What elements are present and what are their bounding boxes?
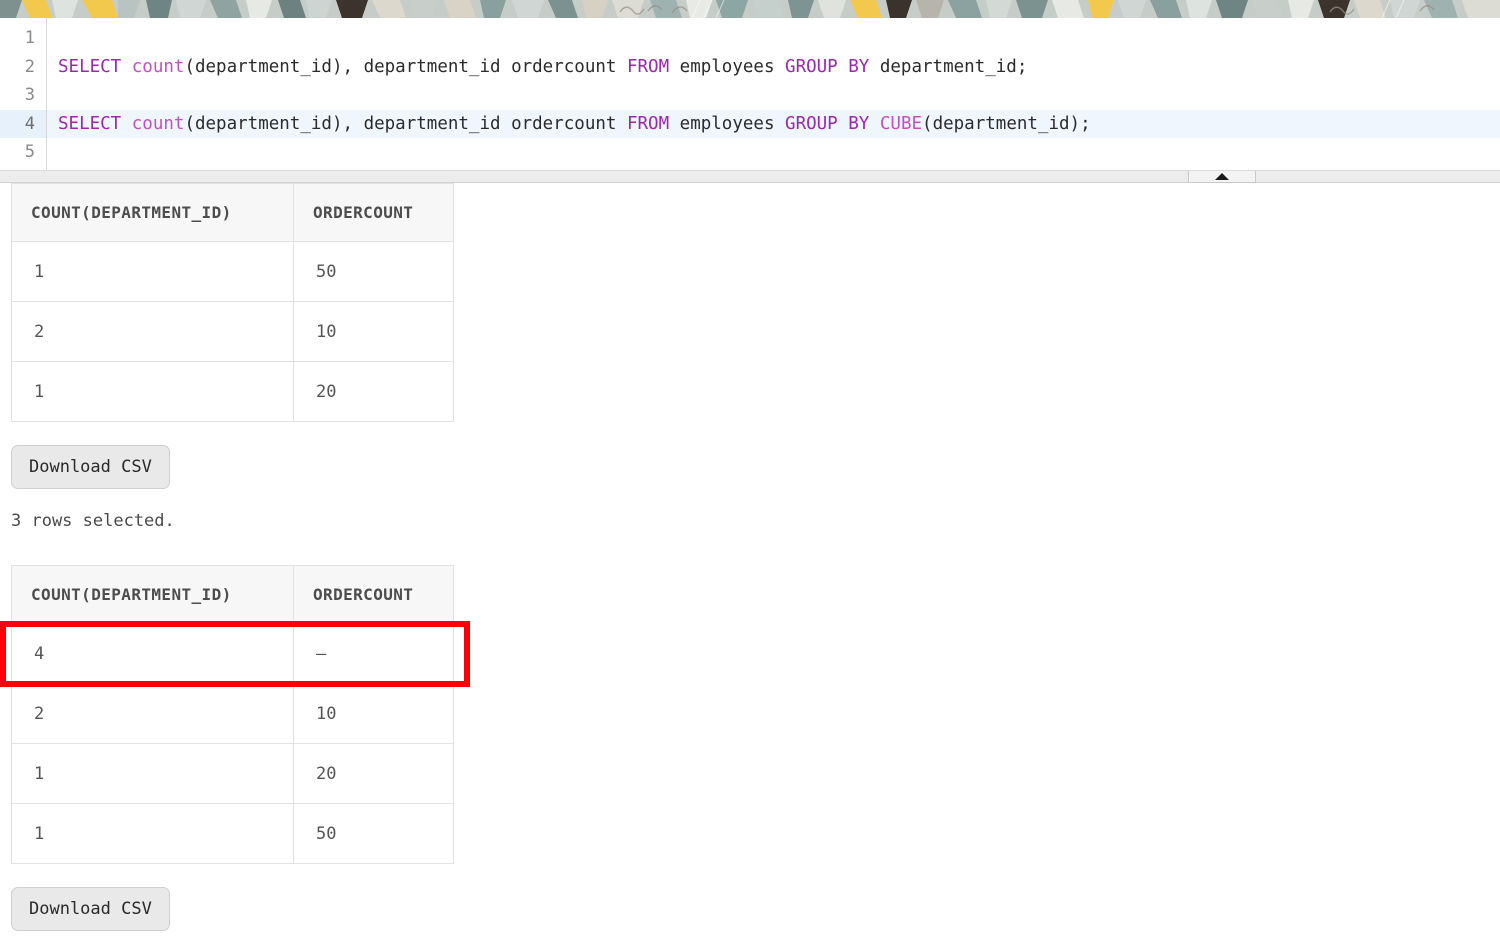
table-row[interactable]: 210 — [12, 302, 454, 362]
download-csv-button-1[interactable]: Download CSV — [11, 445, 170, 489]
table-row[interactable]: 4– — [12, 624, 454, 684]
code-token: count — [132, 114, 185, 134]
cell-ordercount[interactable]: 10 — [294, 684, 454, 744]
download-csv-button-2[interactable]: Download CSV — [11, 887, 170, 931]
cell-ordercount[interactable]: 20 — [294, 362, 454, 422]
table-row[interactable]: 120 — [12, 362, 454, 422]
code-token: FROM — [627, 114, 669, 134]
table-header-row: COUNT(DEPARTMENT_ID) ORDERCOUNT — [12, 566, 454, 624]
cell-count[interactable]: 1 — [12, 362, 294, 422]
splitter-collapse-handle[interactable] — [1188, 171, 1256, 183]
column-header-count[interactable]: COUNT(DEPARTMENT_ID) — [12, 566, 294, 624]
table-row[interactable]: 120 — [12, 744, 454, 804]
column-header-ordercount[interactable]: ORDERCOUNT — [294, 184, 454, 242]
cell-count[interactable]: 2 — [12, 684, 294, 744]
code-token: department_id; — [869, 57, 1027, 77]
cell-count[interactable]: 1 — [12, 804, 294, 864]
cell-ordercount[interactable]: 50 — [294, 804, 454, 864]
code-token: SELECT — [58, 57, 121, 77]
results-pane: COUNT(DEPARTMENT_ID) ORDERCOUNT 15021012… — [0, 183, 1500, 931]
table-row[interactable]: 210 — [12, 684, 454, 744]
code-line-3[interactable] — [47, 81, 1500, 110]
code-line-1[interactable] — [47, 24, 1500, 53]
cell-count[interactable]: 4 — [12, 624, 294, 684]
code-token: CUBE — [880, 114, 922, 134]
cell-count[interactable]: 1 — [12, 242, 294, 302]
cell-ordercount[interactable]: – — [294, 624, 454, 684]
code-token: GROUP BY — [785, 57, 869, 77]
cell-count[interactable]: 1 — [12, 744, 294, 804]
table-header-row: COUNT(DEPARTMENT_ID) ORDERCOUNT — [12, 184, 454, 242]
cell-ordercount[interactable]: 50 — [294, 242, 454, 302]
code-token — [869, 114, 880, 134]
cell-ordercount[interactable]: 20 — [294, 744, 454, 804]
line-number-gutter: 1 2 3 4 5 — [0, 18, 47, 170]
code-line-4[interactable]: SELECT count(department_id), department_… — [47, 110, 1500, 139]
rows-selected-status: 3 rows selected. — [11, 511, 1500, 531]
result-table-2: COUNT(DEPARTMENT_ID) ORDERCOUNT 4–210120… — [11, 565, 454, 864]
code-area[interactable]: SELECT count(department_id), department_… — [47, 18, 1500, 170]
table-body-1: 150210120 — [12, 242, 454, 422]
code-token — [121, 57, 132, 77]
result-table-1: COUNT(DEPARTMENT_ID) ORDERCOUNT 15021012… — [11, 183, 454, 422]
line-number: 1 — [0, 24, 46, 53]
column-header-ordercount[interactable]: ORDERCOUNT — [294, 566, 454, 624]
code-token: employees — [669, 114, 785, 134]
sql-editor[interactable]: 1 2 3 4 5 SELECT count(department_id), d… — [0, 18, 1500, 170]
code-token: employees — [669, 57, 785, 77]
line-number: 2 — [0, 53, 46, 82]
code-token: count — [132, 57, 185, 77]
code-token: GROUP BY — [785, 114, 869, 134]
cell-count[interactable]: 2 — [12, 302, 294, 362]
code-token: (department_id); — [922, 114, 1091, 134]
cell-ordercount[interactable]: 10 — [294, 302, 454, 362]
line-number: 3 — [0, 81, 46, 110]
code-line-2[interactable]: SELECT count(department_id), department_… — [47, 53, 1500, 82]
line-number: 5 — [0, 138, 46, 167]
table-body-2: 4–210120150 — [12, 624, 454, 864]
code-token: SELECT — [58, 114, 121, 134]
decorative-header-strip — [0, 0, 1500, 18]
table-row[interactable]: 150 — [12, 242, 454, 302]
table-row[interactable]: 150 — [12, 804, 454, 864]
code-token: FROM — [627, 57, 669, 77]
code-token — [121, 114, 132, 134]
editor-results-splitter[interactable] — [0, 170, 1500, 183]
line-number-active: 4 — [0, 110, 46, 139]
code-token: (department_id), department_id ordercoun… — [184, 57, 627, 77]
result-block-2: COUNT(DEPARTMENT_ID) ORDERCOUNT 4–210120… — [0, 565, 1500, 864]
code-token: (department_id), department_id ordercoun… — [184, 114, 627, 134]
code-line-5[interactable] — [47, 138, 1500, 167]
caret-up-icon — [1215, 173, 1229, 180]
column-header-count[interactable]: COUNT(DEPARTMENT_ID) — [12, 184, 294, 242]
result-block-1: COUNT(DEPARTMENT_ID) ORDERCOUNT 15021012… — [0, 183, 1500, 422]
